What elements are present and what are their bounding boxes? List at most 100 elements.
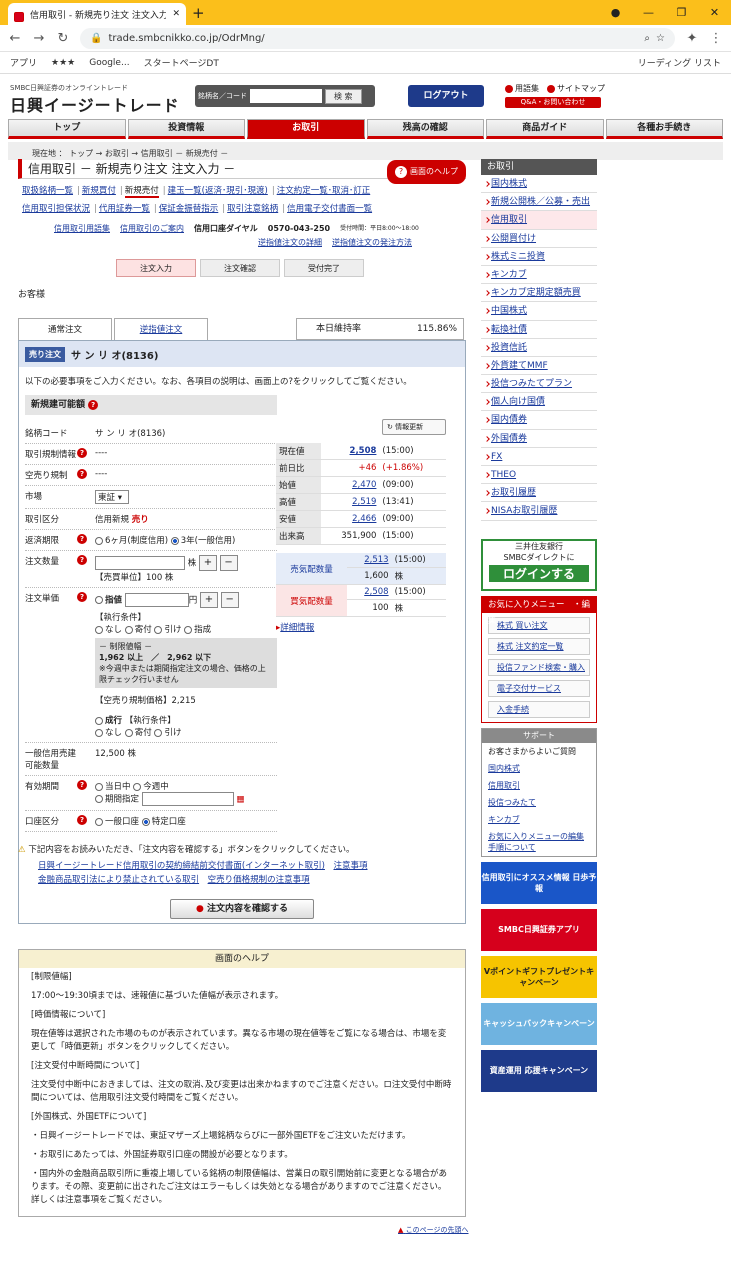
market-select[interactable]: 東証 ▾: [95, 490, 129, 504]
fav-item[interactable]: 株式 注文約定一覧: [488, 637, 590, 655]
url-field[interactable]: 🔒 trade.smbcnikko.co.jp/OdrMng/ ⌕ ☆: [80, 27, 675, 49]
confirm-order-button[interactable]: ● 注文内容を確認する: [170, 899, 314, 919]
smbc-login-banner[interactable]: 三井住友銀行 SMBCダイレクトに ログインする: [481, 538, 597, 591]
help-q-icon[interactable]: ?: [77, 592, 87, 602]
new-tab-icon[interactable]: +: [192, 4, 205, 22]
forward-icon[interactable]: →: [32, 31, 46, 46]
faq-link[interactable]: 信用取引: [482, 777, 596, 794]
sublink-transfer[interactable]: 保証金振替指示: [159, 204, 219, 214]
star-icon[interactable]: ☆: [656, 33, 665, 44]
profile-icon[interactable]: ●: [599, 0, 632, 25]
refresh-button[interactable]: ↻ 情報更新: [382, 419, 446, 435]
extensions-icon[interactable]: ✦: [685, 31, 699, 46]
sidebar-item[interactable]: キンカブ定期定額売買: [481, 284, 597, 303]
qa-button[interactable]: Q&A・お問い合わせ: [505, 97, 601, 108]
help-q-icon[interactable]: ?: [77, 534, 87, 544]
low-price[interactable]: 2,466: [320, 510, 380, 528]
sidebar-item[interactable]: 投信つみたてプラン: [481, 375, 597, 394]
due-6m-radio[interactable]: [95, 536, 103, 545]
calendar-icon[interactable]: ▦: [236, 795, 244, 805]
current-price[interactable]: 2,508: [350, 446, 377, 456]
sublink-positions[interactable]: 建玉一覧(返済･現引･現渡): [168, 186, 268, 196]
faq-link[interactable]: キンカブ: [482, 811, 596, 828]
help-button[interactable]: ? 画面のヘルプ: [387, 160, 466, 184]
gnav-procedures[interactable]: 各種お手続き: [605, 119, 723, 139]
banner-app[interactable]: SMBC日興証券アプリ: [481, 908, 597, 951]
sublink-caution[interactable]: 取引注意銘柄: [227, 204, 278, 214]
cond-fok-radio[interactable]: [184, 625, 193, 634]
banner-cashback[interactable]: キャッシュバックキャンペーン: [481, 1002, 597, 1045]
qty-minus-button[interactable]: −: [219, 555, 238, 571]
browser-tab[interactable]: 信用取引 - 新規売り注文 注文入力 ✕: [8, 3, 186, 25]
reading-list[interactable]: リーディング リスト: [638, 56, 721, 69]
fav-item[interactable]: 電子交付サービス: [488, 679, 590, 697]
sidebar-item[interactable]: 中国株式: [481, 302, 597, 321]
fav-item[interactable]: 入金手続: [488, 700, 590, 718]
help-q-icon[interactable]: ?: [77, 448, 87, 458]
mcond-open-radio[interactable]: [124, 728, 133, 737]
site-logo[interactable]: 日興イージートレード: [10, 92, 180, 116]
stop-howto-link[interactable]: 逆指値注文の発注方法: [332, 237, 412, 249]
sidebar-item[interactable]: 外貨建てMMF: [481, 357, 597, 376]
help-q-icon[interactable]: ?: [77, 469, 87, 479]
cond-none-radio[interactable]: [95, 625, 103, 634]
sidebar-item[interactable]: お取引履歴: [481, 484, 597, 503]
banner-campaign[interactable]: 資産運用 応援キャンペーン: [481, 1049, 597, 1092]
faq-link[interactable]: 投信つみたて: [482, 794, 596, 811]
cond-open-radio[interactable]: [124, 625, 133, 634]
help-q-icon[interactable]: ?: [77, 815, 87, 825]
sidebar-item[interactable]: 投資信託: [481, 339, 597, 357]
sidebar-item[interactable]: THEO: [481, 466, 597, 485]
sidebar-item[interactable]: FX: [481, 448, 597, 466]
price-input[interactable]: [124, 593, 189, 607]
bookmark-apps[interactable]: アプリ: [10, 56, 37, 69]
search-button[interactable]: 検 索: [325, 88, 362, 104]
sidebar-item[interactable]: 新規公開株／公募・売出: [481, 193, 597, 212]
glossary-link[interactable]: 用語集: [505, 83, 539, 94]
sidebar-item[interactable]: 外国債券: [481, 430, 597, 448]
tab-normal[interactable]: 通常注文: [18, 318, 112, 340]
sublink-edocs[interactable]: 信用電子交付書面一覧: [287, 204, 372, 214]
open-price[interactable]: 2,470: [320, 476, 380, 494]
help-q-icon[interactable]: ?: [88, 399, 99, 410]
tab-stop[interactable]: 逆指値注文: [114, 318, 208, 340]
gnav-balance[interactable]: 残高の確認: [366, 119, 484, 139]
caution-link[interactable]: 注意事項: [333, 861, 367, 871]
gnav-top[interactable]: トップ: [8, 119, 126, 139]
due-3y-radio[interactable]: [170, 536, 179, 545]
sublink-collateral[interactable]: 信用取引担保状況: [22, 204, 90, 214]
gnav-guide[interactable]: 商品ガイド: [486, 119, 604, 139]
logout-button[interactable]: ログアウト: [408, 85, 484, 107]
reload-icon[interactable]: ↻: [56, 31, 70, 46]
gnav-trade[interactable]: お取引: [247, 119, 365, 139]
margin-guide-link[interactable]: 信用取引のご案内: [120, 223, 184, 235]
buying-power-section[interactable]: 新規建可能額 ?: [25, 395, 277, 415]
detail-link[interactable]: 詳細情報: [280, 623, 314, 633]
faq-link[interactable]: 国内株式: [482, 760, 596, 777]
fav-item[interactable]: 投信ファンド検索・購入: [488, 658, 590, 676]
sublink-buy[interactable]: 新規買付: [82, 186, 116, 196]
ask-price[interactable]: 2,513: [347, 553, 392, 568]
sidebar-item[interactable]: 国内株式: [481, 175, 597, 194]
page-top-link[interactable]: ▲ このページの先頭へ: [398, 1225, 469, 1235]
bookmark-startpage[interactable]: スタートページDT: [144, 56, 219, 69]
bookmark-google[interactable]: Google...: [89, 58, 129, 68]
restore-icon[interactable]: ❐: [665, 0, 698, 25]
mcond-close-radio[interactable]: [154, 728, 163, 737]
menu-icon[interactable]: ⋮: [709, 31, 723, 46]
sidebar-item[interactable]: NISAお取引履歴: [481, 502, 597, 521]
short-caution-link[interactable]: 空売り価格規制の注意事項: [208, 875, 310, 885]
fav-item[interactable]: 株式 買い注文: [488, 616, 590, 634]
help-q-icon[interactable]: ?: [77, 780, 87, 790]
sublink-list[interactable]: 取扱銘柄一覧: [22, 186, 73, 196]
sidebar-item[interactable]: 株式ミニ投資: [481, 248, 597, 266]
term-today-radio[interactable]: [95, 782, 103, 791]
close-window-icon[interactable]: ✕: [698, 0, 731, 25]
gnav-info[interactable]: 投資情報: [127, 119, 245, 139]
bookmark-stars[interactable]: ★★★: [51, 58, 75, 68]
limit-radio[interactable]: [95, 596, 103, 604]
sidebar-item-margin[interactable]: 信用取引: [481, 211, 597, 230]
help-q-icon[interactable]: ?: [77, 555, 87, 565]
qty-plus-button[interactable]: +: [198, 555, 217, 571]
sitemap-link[interactable]: サイトマップ: [547, 83, 605, 94]
